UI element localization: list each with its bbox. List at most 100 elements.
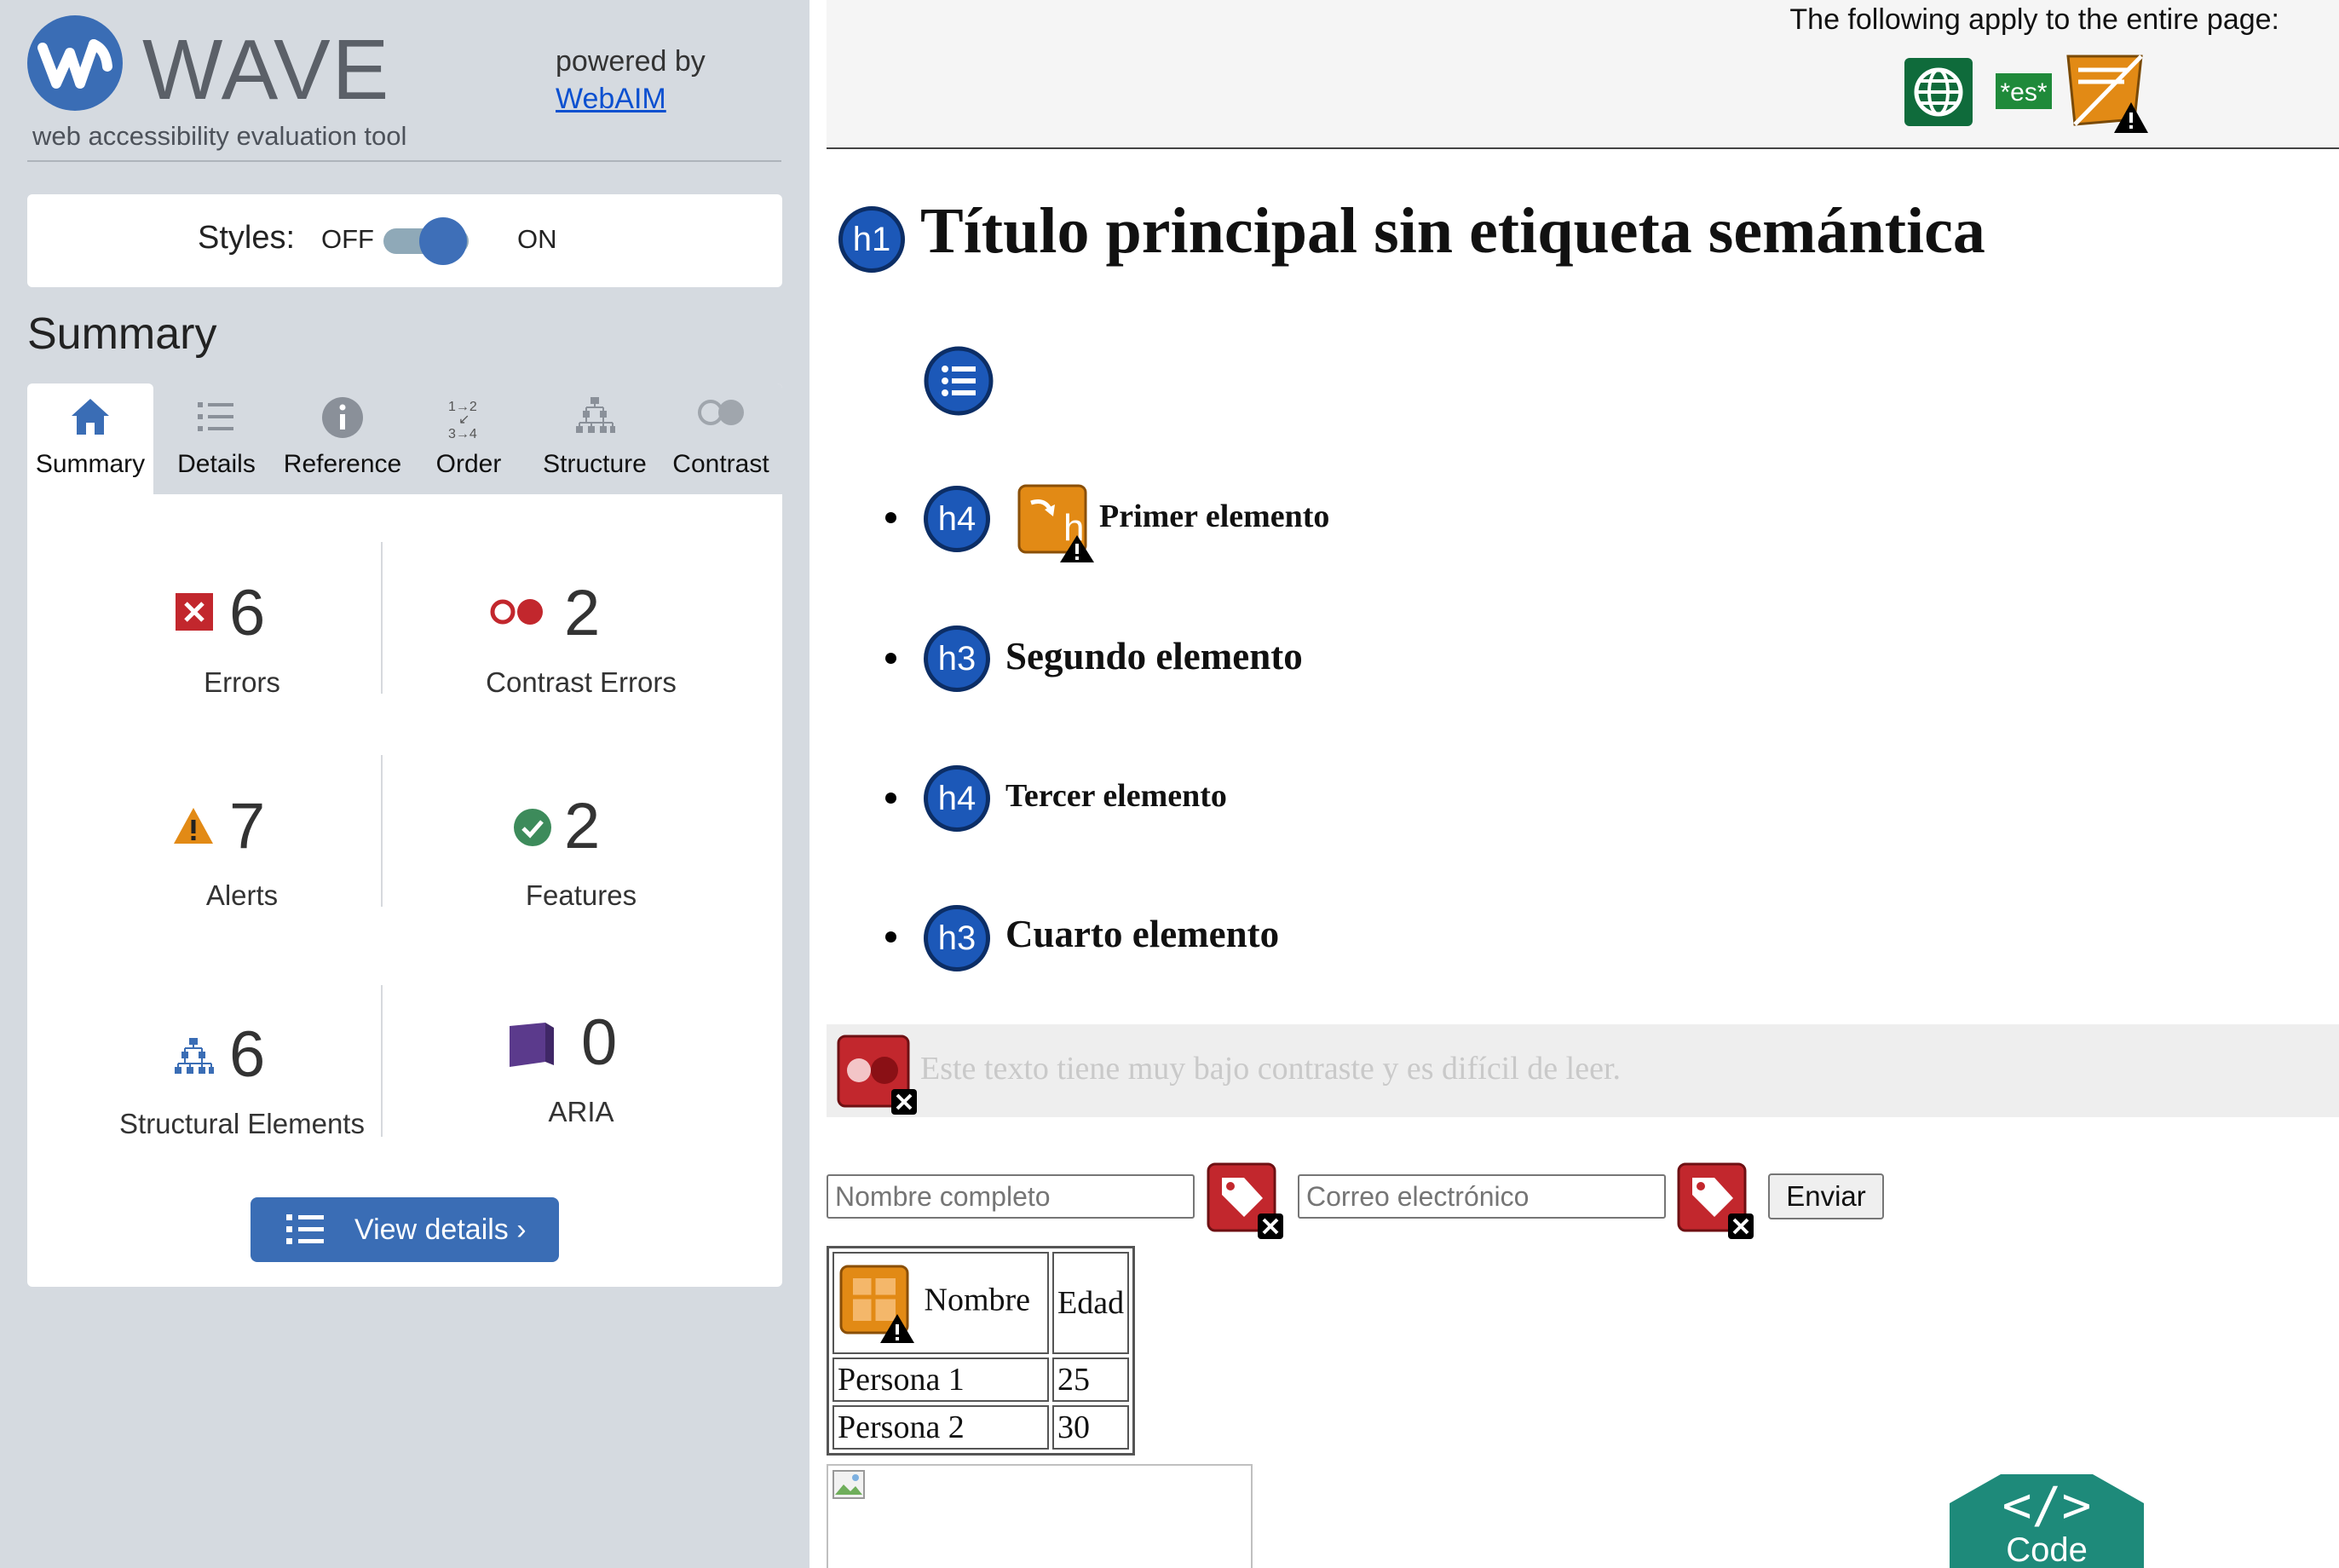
structure-icon [576,397,615,433]
page-icons: *es* [1904,55,2148,133]
alerts-count: 7 [229,790,266,862]
features-label: Features [525,879,637,911]
view-details-label: View details › [354,1213,527,1246]
list-item-text: Segundo elemento [1005,635,1303,677]
home-icon [72,399,109,435]
missing-label-error-icon[interactable] [1677,1162,1755,1241]
heading-h1-badge[interactable]: h1 [838,206,905,273]
table-header-nombre: Nombre [924,1282,1031,1318]
stat-aria[interactable]: 0 ARIA [411,1011,752,1156]
tab-bar: Summary Details Reference 1→2 ↙ 3→4 Orde… [27,383,782,494]
stat-errors[interactable]: 6 Errors [72,581,412,726]
aria-count: 0 [581,1006,618,1079]
list-icon [198,402,233,431]
list-bullet [885,931,896,943]
feature-check-icon [514,809,551,846]
list-item-text: Tercer elemento [1005,778,1227,814]
name-input[interactable]: Nombre completo [827,1174,1195,1219]
aria-label: ARIA [548,1096,614,1127]
tab-summary[interactable]: Summary [27,383,153,494]
lang-code: *es* [2000,78,2047,107]
structural-label: Structural Elements [119,1108,365,1139]
page-title-alert-icon[interactable] [2066,55,2148,133]
lang-es-icon[interactable]: *es* [1996,73,2052,109]
svg-text:↙: ↙ [458,412,470,427]
view-details-button[interactable]: View details › [251,1197,559,1262]
wave-logo-text: WAVE [142,22,391,118]
page-apply-text: The following apply to the entire page: [1789,3,2279,36]
table-cell: Persona 2 [832,1405,1049,1450]
list-item-text: Cuarto elemento [1005,913,1280,955]
stat-features[interactable]: 2 Features [411,794,752,939]
tab-contrast[interactable]: Contrast [658,383,782,494]
missing-label-error-icon[interactable] [1207,1162,1285,1241]
tab-reference[interactable]: Reference [279,383,406,494]
heading-h3-badge[interactable]: h3 [924,905,990,971]
table-header-cell: Edad [1052,1252,1130,1354]
page-title: Título principal sin etiqueta semántica [920,195,1985,267]
table-header-cell: Nombre [832,1252,1049,1354]
contrast-error-icon [490,599,543,625]
styles-toggle-card: Styles: OFF ON [27,194,782,287]
wave-tagline: web accessibility evaluation tool [32,121,407,151]
skipped-heading-icon[interactable]: h [1016,484,1097,562]
contrast-errors-count: 2 [564,577,601,649]
low-contrast-paragraph: Este texto tiene muy bajo contraste y es… [827,1024,2339,1117]
contrast-errors-label: Contrast Errors [486,666,677,698]
webaim-link[interactable]: WebAIM [556,80,706,118]
tab-order[interactable]: 1→2 ↙ 3→4 Order [406,383,532,494]
styles-label: Styles: [198,220,296,256]
svg-text:3→4: 3→4 [448,427,477,441]
evaluated-page: The following apply to the entire page: … [827,0,2339,1568]
stat-contrast-errors[interactable]: 2 Contrast Errors [411,581,752,726]
tab-details[interactable]: Details [153,383,279,494]
layout-table-alert-icon[interactable] [838,1263,916,1343]
stat-alerts[interactable]: 7 Alerts [72,794,412,939]
code-icon: </> [2002,1476,2092,1534]
email-input[interactable]: Correo electrónico [1298,1174,1666,1219]
powered-by-label: powered by [556,45,706,78]
list-bullet [885,793,896,804]
contrast-error-icon[interactable] [837,1035,919,1115]
tab-label: Order [435,450,502,478]
tab-structure[interactable]: Structure [532,383,658,494]
info-icon [322,397,363,438]
broken-image-icon [832,1470,865,1499]
language-icon[interactable] [1904,58,1973,126]
table-cell: Persona 1 [832,1358,1049,1402]
list-bullet [885,653,896,664]
page-level-icons-bar: The following apply to the entire page: … [827,0,2339,149]
summary-panel: Summary Details Reference 1→2 ↙ 3→4 Orde… [27,383,782,1287]
heading-h4-badge[interactable]: h4 [924,765,990,832]
stat-structural-elements[interactable]: 6 Structural Elements [72,1023,412,1167]
structure-icon [175,1038,214,1074]
error-icon [176,593,213,631]
tab-label: Details [177,450,256,478]
unordered-list-icon[interactable] [924,346,994,416]
errors-count: 6 [229,577,266,649]
errors-label: Errors [204,666,280,698]
heading-h4-badge[interactable]: h4 [924,486,990,552]
table-row: Persona 2 30 [832,1405,1130,1450]
data-table: Nombre Edad Persona 1 25 Persona 2 30 [827,1246,1136,1456]
code-button[interactable]: </> Code [1950,1469,2144,1568]
list-icon [286,1214,324,1244]
powered-by: powered by WebAIM [556,43,706,118]
heading-h3-badge[interactable]: h3 [924,625,990,692]
features-count: 2 [564,790,601,862]
tab-label: Summary [35,450,146,478]
table-header-edad: Edad [1057,1285,1125,1321]
table-cell: 30 [1052,1405,1130,1450]
low-contrast-text: Este texto tiene muy bajo contraste y es… [920,1051,1622,1087]
styles-toggle-knob[interactable] [419,217,467,265]
styles-on-label[interactable]: ON [517,224,557,255]
tab-label: Structure [543,450,647,478]
wave-logo-area: WAVE web accessibility evaluation tool p… [27,15,781,162]
alerts-label: Alerts [205,879,279,911]
list-item-text: Primer elemento [1099,499,1330,534]
submit-button[interactable]: Enviar [1768,1173,1884,1219]
code-button-label: Code [2006,1531,2088,1568]
styles-off-label[interactable]: OFF [321,224,374,255]
wave-sidebar: WAVE web accessibility evaluation tool p… [0,0,809,1568]
alert-icon [174,808,213,844]
